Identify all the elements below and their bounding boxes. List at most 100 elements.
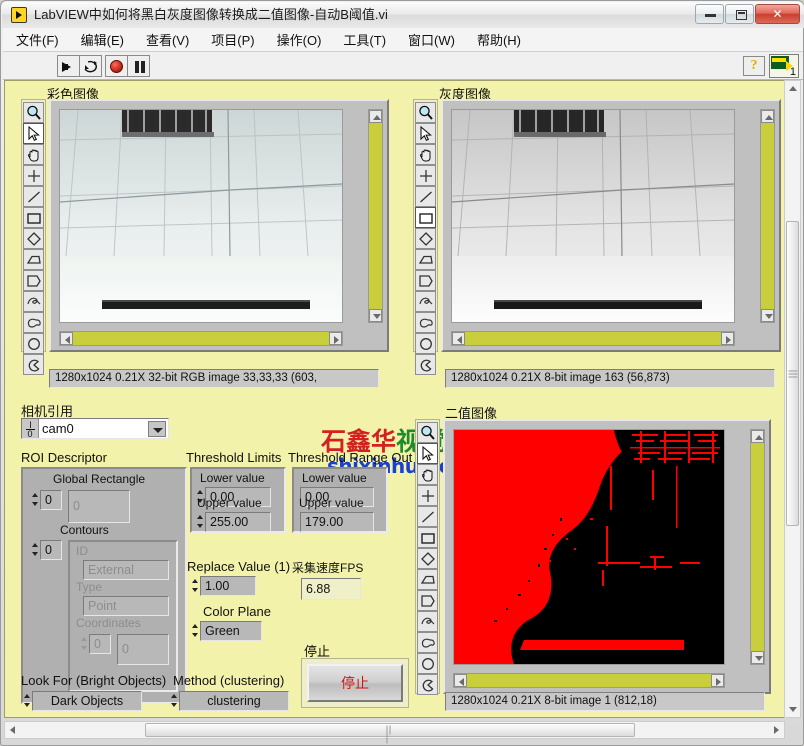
coordinates-array[interactable]: 0	[117, 634, 169, 665]
gray-image-display[interactable]	[413, 99, 781, 352]
rectangle-tool[interactable]	[417, 527, 438, 548]
threshold-limits-upper-value[interactable]: 255.00	[205, 512, 271, 532]
menu-view[interactable]: 查看(V)	[137, 28, 198, 51]
line-tool[interactable]	[23, 186, 44, 207]
freehand-line-tool[interactable]	[415, 291, 436, 312]
global-rect-spinner[interactable]	[31, 490, 40, 510]
contour-type-value[interactable]: Point	[83, 596, 169, 616]
binary-image-scroll-left[interactable]	[454, 674, 467, 687]
look-for-ring[interactable]: Dark Objects	[32, 691, 142, 711]
menu-edit[interactable]: 编辑(E)	[72, 28, 133, 51]
binary-image-hscrollbar[interactable]	[453, 673, 725, 688]
freehand-region-tool[interactable]	[415, 312, 436, 333]
abort-button[interactable]	[105, 55, 128, 77]
polygon-tool[interactable]	[417, 569, 438, 590]
cursor-tool[interactable]	[417, 443, 438, 464]
annulus-tool[interactable]	[415, 354, 436, 375]
global-rect-array[interactable]: 0	[68, 490, 130, 523]
freehand-region-tool[interactable]	[23, 312, 44, 333]
annulus-tool[interactable]	[23, 354, 44, 375]
oval-tool[interactable]	[417, 653, 438, 674]
pan-tool[interactable]	[417, 464, 438, 485]
stop-button[interactable]: 停止	[307, 664, 403, 702]
color-image-display[interactable]	[21, 99, 389, 352]
run-button[interactable]	[57, 55, 80, 77]
cursor-tool[interactable]	[415, 123, 436, 144]
gray-image-vscrollbar[interactable]	[760, 109, 775, 323]
panel-scroll-left[interactable]	[5, 722, 20, 738]
point-tool[interactable]	[417, 485, 438, 506]
gray-image-scroll-down[interactable]	[761, 309, 774, 322]
polygon-tool[interactable]	[415, 249, 436, 270]
contours-count[interactable]: 0	[40, 540, 62, 560]
gray-image-scroll-up[interactable]	[761, 110, 774, 123]
cursor-tool[interactable]	[23, 123, 44, 144]
menu-file[interactable]: 文件(F)	[7, 28, 68, 51]
contours-spinner[interactable]	[31, 540, 40, 560]
close-button[interactable]: ✕	[755, 4, 800, 24]
broken-line-tool[interactable]	[23, 270, 44, 291]
oval-tool[interactable]	[23, 333, 44, 354]
panel-vscroll-thumb[interactable]	[786, 221, 799, 526]
freehand-region-tool[interactable]	[417, 632, 438, 653]
line-tool[interactable]	[417, 506, 438, 527]
menu-operate[interactable]: 操作(O)	[268, 28, 331, 51]
look-for-spinner[interactable]	[23, 691, 32, 711]
chevron-down-icon[interactable]	[148, 421, 166, 437]
binary-image-canvas[interactable]	[453, 429, 725, 665]
rotated-rectangle-tool[interactable]	[417, 548, 438, 569]
zoom-tool[interactable]	[23, 102, 44, 123]
gray-image-hscrollbar[interactable]	[451, 331, 735, 346]
replace-value-spinner[interactable]	[191, 576, 200, 596]
annulus-tool[interactable]	[417, 674, 438, 695]
rotated-rectangle-tool[interactable]	[415, 228, 436, 249]
contour-id-value[interactable]: External	[83, 560, 169, 580]
replace-value-input[interactable]: 1.00	[200, 576, 256, 596]
gray-image-scroll-right[interactable]	[721, 332, 734, 345]
menu-help[interactable]: 帮助(H)	[468, 28, 530, 51]
menu-tools[interactable]: 工具(T)	[334, 28, 395, 51]
coordinates-spinner[interactable]	[80, 634, 89, 654]
gray-image-canvas[interactable]	[451, 109, 735, 323]
pause-button[interactable]	[127, 55, 150, 77]
binary-image-scroll-down[interactable]	[751, 651, 764, 664]
pan-tool[interactable]	[23, 144, 44, 165]
color-image-scroll-right[interactable]	[329, 332, 342, 345]
rectangle-tool[interactable]	[415, 207, 436, 228]
polygon-tool[interactable]	[23, 249, 44, 270]
broken-line-tool[interactable]	[415, 270, 436, 291]
binary-image-scroll-right[interactable]	[711, 674, 724, 687]
color-image-canvas[interactable]	[59, 109, 343, 323]
panel-horizontal-scrollbar[interactable]	[4, 721, 785, 739]
method-ring[interactable]: clustering	[179, 691, 289, 711]
binary-image-scroll-up[interactable]	[751, 430, 764, 443]
color-image-scroll-down[interactable]	[369, 309, 382, 322]
broken-line-tool[interactable]	[417, 590, 438, 611]
color-image-scroll-up[interactable]	[369, 110, 382, 123]
method-spinner[interactable]	[170, 691, 179, 711]
global-rect-dim[interactable]: 0	[40, 490, 62, 510]
labview-logo-icon[interactable]: 1	[769, 54, 799, 78]
freehand-line-tool[interactable]	[417, 611, 438, 632]
rotated-rectangle-tool[interactable]	[23, 228, 44, 249]
gray-image-scroll-left[interactable]	[452, 332, 465, 345]
color-plane-ring[interactable]: Green	[200, 621, 262, 641]
zoom-tool[interactable]	[415, 102, 436, 123]
threshold-limits-upper-spinner[interactable]	[196, 512, 205, 532]
panel-scroll-right[interactable]	[769, 722, 784, 738]
binary-image-display[interactable]	[415, 419, 771, 694]
rectangle-tool[interactable]	[23, 207, 44, 228]
panel-hscroll-thumb[interactable]	[145, 723, 635, 737]
panel-scroll-down[interactable]	[785, 702, 800, 717]
panel-scroll-up[interactable]	[785, 81, 800, 96]
menu-project[interactable]: 项目(P)	[202, 28, 263, 51]
color-image-vscrollbar[interactable]	[368, 109, 383, 323]
freehand-line-tool[interactable]	[23, 291, 44, 312]
oval-tool[interactable]	[415, 333, 436, 354]
coordinates-dim[interactable]: 0	[89, 634, 111, 654]
point-tool[interactable]	[415, 165, 436, 186]
line-tool[interactable]	[415, 186, 436, 207]
minimize-button[interactable]	[695, 4, 724, 24]
context-help-button[interactable]: ?	[743, 56, 765, 76]
panel-vertical-scrollbar[interactable]	[784, 80, 801, 718]
